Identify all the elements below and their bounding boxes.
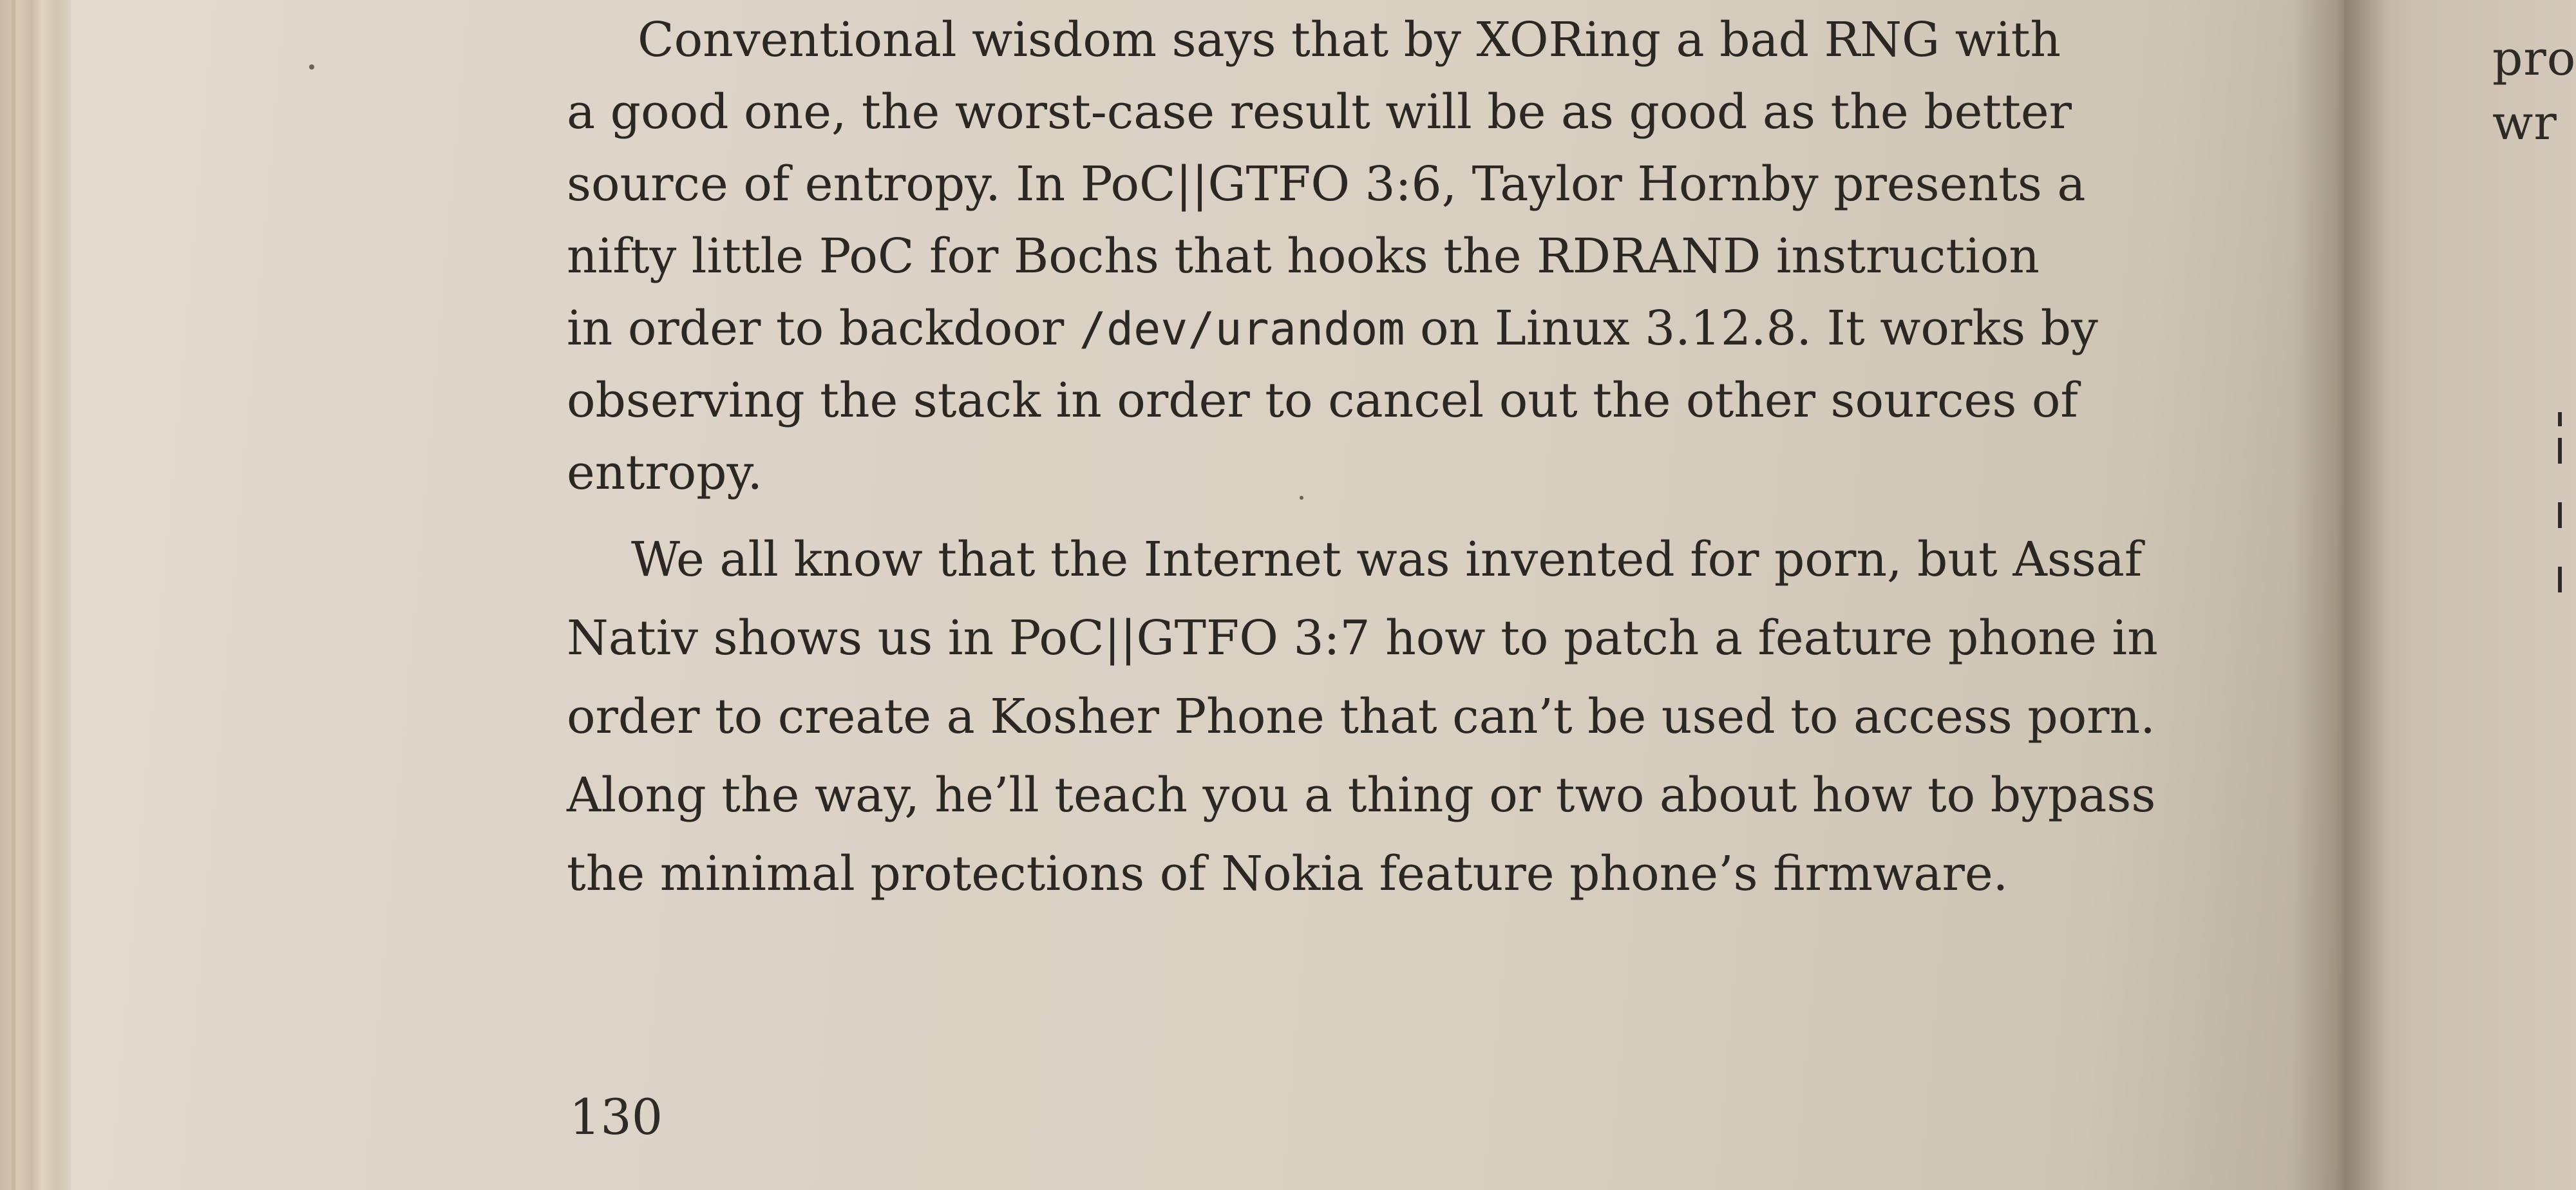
text-line: nifty little PoC for Bochs that hooks th… — [567, 229, 2040, 284]
facing-page-text-fragment — [2558, 412, 2562, 426]
facing-page-text-fragment — [2558, 567, 2562, 592]
paragraph-1: Conventional wisdom says that by XORing … — [567, 4, 2241, 509]
text-line: We all know that the Internet was invent… — [631, 532, 2143, 587]
text-line: Nativ shows us in PoC||GTFO 3:7 how to p… — [567, 610, 2158, 666]
paragraph-2: We all know that the Internet was invent… — [567, 520, 2241, 913]
text-line: the minimal protections of Nokia feature… — [567, 846, 2009, 902]
facing-page-text-fragment: pro — [2492, 31, 2576, 86]
paper-speck — [309, 64, 314, 70]
text-line: order to create a Kosher Phone that can’… — [567, 689, 2155, 744]
text-line: a good one, the worst-case result will b… — [567, 84, 2072, 140]
facing-page-text-fragment: wr — [2492, 95, 2557, 151]
text-line: observing the stack in order to cancel o… — [567, 373, 2078, 428]
text-run: in order to backdoor — [567, 301, 1079, 356]
facing-page-text-fragment — [2558, 438, 2562, 464]
text-run: on Linux 3.12.8. It works by — [1405, 301, 2098, 356]
book-page-stack — [0, 0, 71, 1190]
text-line: in order to backdoor /dev/urandom on Lin… — [567, 292, 2241, 364]
code-path: /dev/urandom — [1079, 303, 1405, 355]
facing-page-text-fragment — [2558, 502, 2562, 528]
text-line: source of entropy. In PoC||GTFO 3:6, Tay… — [567, 156, 2086, 212]
page-number: 130 — [569, 1088, 663, 1146]
text-line: Conventional wisdom says that by XORing … — [638, 12, 2061, 68]
text-line: entropy. — [567, 445, 762, 500]
book-gutter-shadow — [2293, 0, 2389, 1190]
text-line: Along the way, he’ll teach you a thing o… — [567, 768, 2156, 823]
